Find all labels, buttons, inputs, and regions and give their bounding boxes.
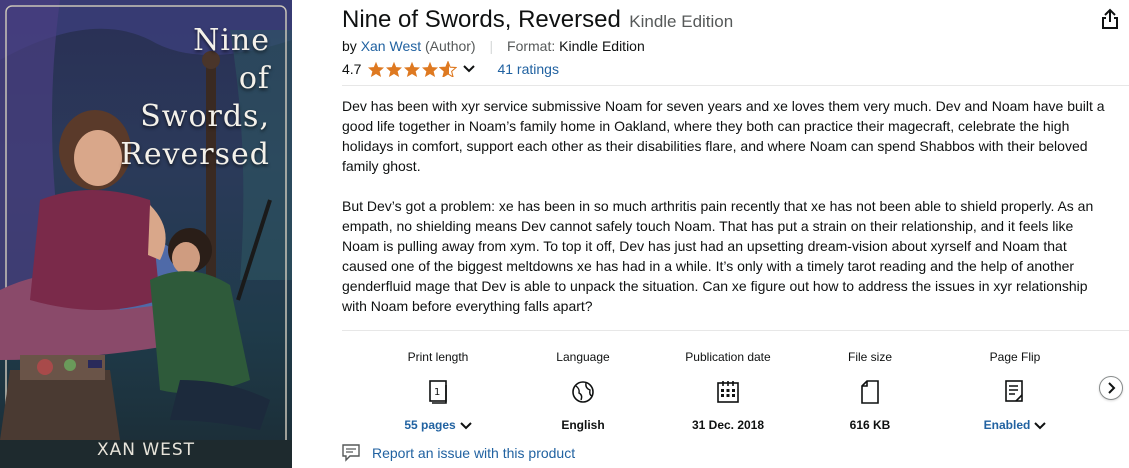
report-issue-link[interactable]: Report an issue with this product <box>342 444 575 462</box>
author-link[interactable]: Xan West <box>361 38 421 54</box>
book-description: Dev has been with xyr service submissive… <box>342 96 1112 336</box>
star-full-icon <box>386 61 403 77</box>
attribute-print-length: Print length 1 55 pages <box>358 350 518 432</box>
description-paragraph: Dev has been with xyr service submissive… <box>342 98 1105 174</box>
star-full-icon <box>422 61 439 77</box>
publication-date-value: 31 Dec. 2018 <box>691 418 765 432</box>
share-icon <box>1102 8 1118 29</box>
star-half-icon <box>439 61 458 77</box>
attribute-language: Language English <box>503 350 663 432</box>
chevron-down-icon[interactable] <box>1034 421 1047 430</box>
product-title-row: Nine of Swords, Reversed Kindle Edition <box>342 6 733 34</box>
page-flip-value[interactable]: Enabled <box>935 418 1095 432</box>
globe-icon <box>503 380 663 406</box>
book-pages-icon: 1 <box>358 380 518 406</box>
file-size-value: 616 KB <box>849 418 891 432</box>
attribute-file-size: File size 616 KB <box>790 350 950 432</box>
rating-dropdown-chevron-icon[interactable] <box>463 64 476 74</box>
attribute-label: Print length <box>407 350 469 364</box>
share-button[interactable] <box>1097 6 1123 32</box>
format-value: Kindle Edition <box>559 38 645 54</box>
product-title: Nine of Swords, Reversed <box>342 6 621 33</box>
product-edition: Kindle Edition <box>629 12 734 31</box>
carousel-next-button[interactable] <box>1099 376 1123 400</box>
cover-author: XAN WEST <box>96 440 196 460</box>
byline-prefix: by <box>342 38 357 54</box>
product-details-carousel: Print length 1 55 pages Language English… <box>358 350 1098 432</box>
attribute-label: Page Flip <box>989 350 1041 364</box>
rating-row: 4.7 41 ratings <box>342 61 559 77</box>
star-full-icon <box>368 61 385 77</box>
cover-title: Nine of Swords, Reversed <box>120 23 270 172</box>
svg-text:1: 1 <box>434 387 440 398</box>
attribute-label: File size <box>847 350 892 364</box>
description-paragraph: But Dev’s got a problem: xe has been in … <box>342 198 1094 314</box>
calendar-icon <box>648 380 808 406</box>
divider <box>342 330 1129 331</box>
attribute-label: Publication date <box>685 350 771 364</box>
star-rating[interactable] <box>367 61 458 77</box>
attribute-page-flip: Page Flip Enabled <box>935 350 1095 432</box>
book-cover-image[interactable]: Nine of Swords, Reversed XAN WEST <box>0 0 292 468</box>
format-label: Format: <box>507 38 556 54</box>
chevron-down-icon[interactable] <box>459 421 472 430</box>
chevron-right-icon <box>1108 382 1116 394</box>
byline: by Xan West (Author) | Format: Kindle Ed… <box>342 38 645 54</box>
rating-value: 4.7 <box>342 61 362 77</box>
report-issue-label[interactable]: Report an issue with this product <box>372 445 575 461</box>
attribute-label: Language <box>556 350 610 364</box>
byline-divider: | <box>489 38 494 54</box>
ratings-count-link[interactable]: 41 ratings <box>497 61 558 77</box>
feedback-icon <box>342 444 360 462</box>
file-icon <box>790 380 950 406</box>
divider <box>342 85 1129 86</box>
page-flip-icon <box>935 380 1095 406</box>
author-role: (Author) <box>425 38 476 54</box>
star-full-icon <box>404 61 421 77</box>
print-length-value[interactable]: 55 pages <box>358 418 518 432</box>
attribute-publication-date: Publication date 31 Dec. 2018 <box>648 350 808 432</box>
language-value: English <box>561 418 605 432</box>
